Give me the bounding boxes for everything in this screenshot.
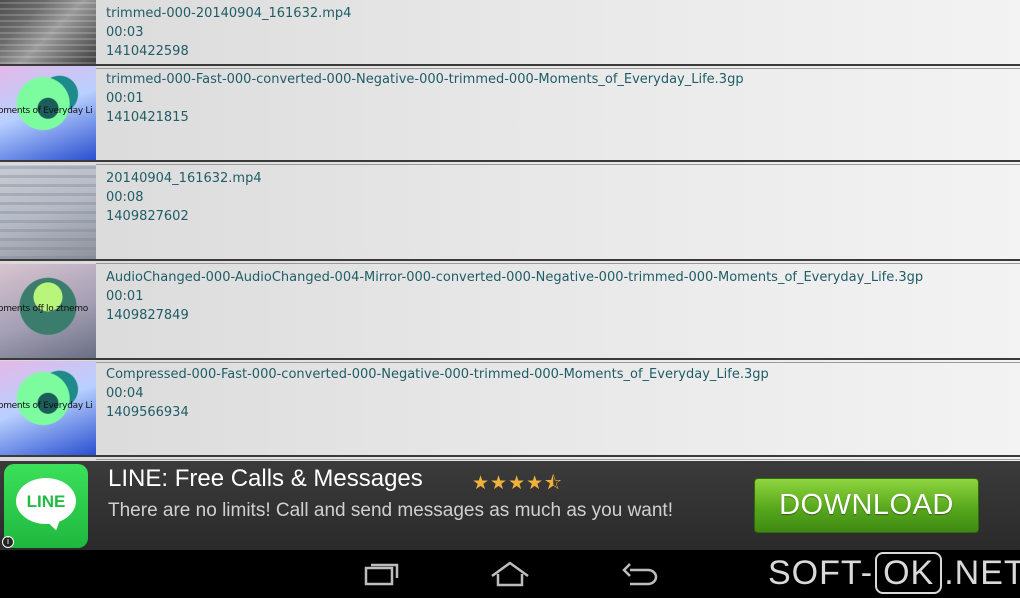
ad-description[interactable]: There are no limits! Call and send messa… — [108, 500, 673, 522]
watermark-right: .NET — [944, 554, 1020, 592]
watermark: SOFT- OK .NET — [768, 552, 1020, 594]
file-duration: 00:01 — [106, 91, 144, 106]
download-button[interactable]: DOWNLOAD — [754, 478, 979, 533]
back-icon[interactable] — [616, 558, 664, 590]
list-item[interactable]: oments of Everyday Li trimmed-000-Fast-00… — [0, 66, 1020, 165]
ad-title[interactable]: LINE: Free Calls & Messages — [108, 465, 423, 493]
file-meta: trimmed-000-Fast-000-converted-000-Negat… — [106, 70, 744, 127]
video-file-list[interactable]: trimmed-000-20140904_161632.mp4 00:03 1410… — [0, 0, 1020, 461]
watermark-middle: OK — [875, 552, 943, 594]
video-thumbnail[interactable] — [0, 165, 96, 259]
video-thumbnail[interactable]: oments of Everyday Li — [0, 361, 96, 455]
file-meta: AudioChanged-000-AudioChanged-004-Mirror… — [106, 268, 923, 325]
video-thumbnail[interactable]: oments ofƒ lo ztnemo — [0, 264, 96, 358]
file-duration: 00:03 — [106, 25, 144, 40]
file-duration: 00:08 — [106, 190, 144, 205]
list-item[interactable]: trimmed-000-20140904_161632.mp4 00:03 1410… — [0, 0, 1020, 69]
line-logo-text: LINE — [26, 492, 66, 511]
file-meta: Compressed-000-Fast-000-converted-000-Ne… — [106, 365, 769, 422]
home-icon[interactable] — [486, 558, 534, 590]
file-duration: 00:01 — [106, 289, 144, 304]
line-app-icon[interactable]: LINE — [4, 464, 88, 548]
thumbnail-caption: oments of Everyday Li — [0, 401, 93, 411]
list-item[interactable]: 20140904_161632.mp4 00:08 1409827602 — [0, 165, 1020, 264]
file-name: AudioChanged-000-AudioChanged-004-Mirror… — [106, 270, 924, 285]
video-thumbnail[interactable] — [0, 0, 96, 64]
watermark-left: SOFT- — [768, 554, 874, 592]
recent-apps-icon[interactable] — [357, 558, 405, 590]
file-id: 1409827602 — [106, 209, 189, 224]
file-meta: trimmed-000-20140904_161632.mp4 00:03 1410… — [106, 4, 351, 61]
video-thumbnail[interactable]: oments of Everyday Li — [0, 66, 96, 160]
file-id: 1410422598 — [106, 44, 189, 59]
ad-banner[interactable]: LINE i LINE: Free Calls & Messages ★★★★⯪… — [0, 461, 1020, 550]
file-id: 1409566934 — [106, 405, 189, 420]
file-name: trimmed-000-Fast-000-converted-000-Negat… — [106, 72, 744, 87]
thumbnail-caption: oments ofƒ lo ztnemo — [0, 304, 88, 314]
list-item[interactable]: oments of Everyday Li Compressed-000-Fast… — [0, 361, 1020, 460]
file-id: 1409827849 — [106, 308, 189, 323]
list-item[interactable]: oments ofƒ lo ztnemo AudioChanged-000-Aud… — [0, 264, 1020, 363]
file-id: 1410421815 — [106, 110, 189, 125]
ad-info-icon[interactable]: i — [2, 536, 14, 548]
file-meta: 20140904_161632.mp4 00:08 1409827602 — [106, 169, 262, 226]
thumbnail-caption: oments of Everyday Li — [0, 106, 93, 116]
file-name: trimmed-000-20140904_161632.mp4 — [106, 6, 352, 21]
file-duration: 00:04 — [106, 386, 144, 401]
rating-stars: ★★★★⯪ — [472, 472, 564, 494]
file-name: 20140904_161632.mp4 — [106, 171, 262, 186]
file-name: Compressed-000-Fast-000-converted-000-Ne… — [106, 367, 769, 382]
